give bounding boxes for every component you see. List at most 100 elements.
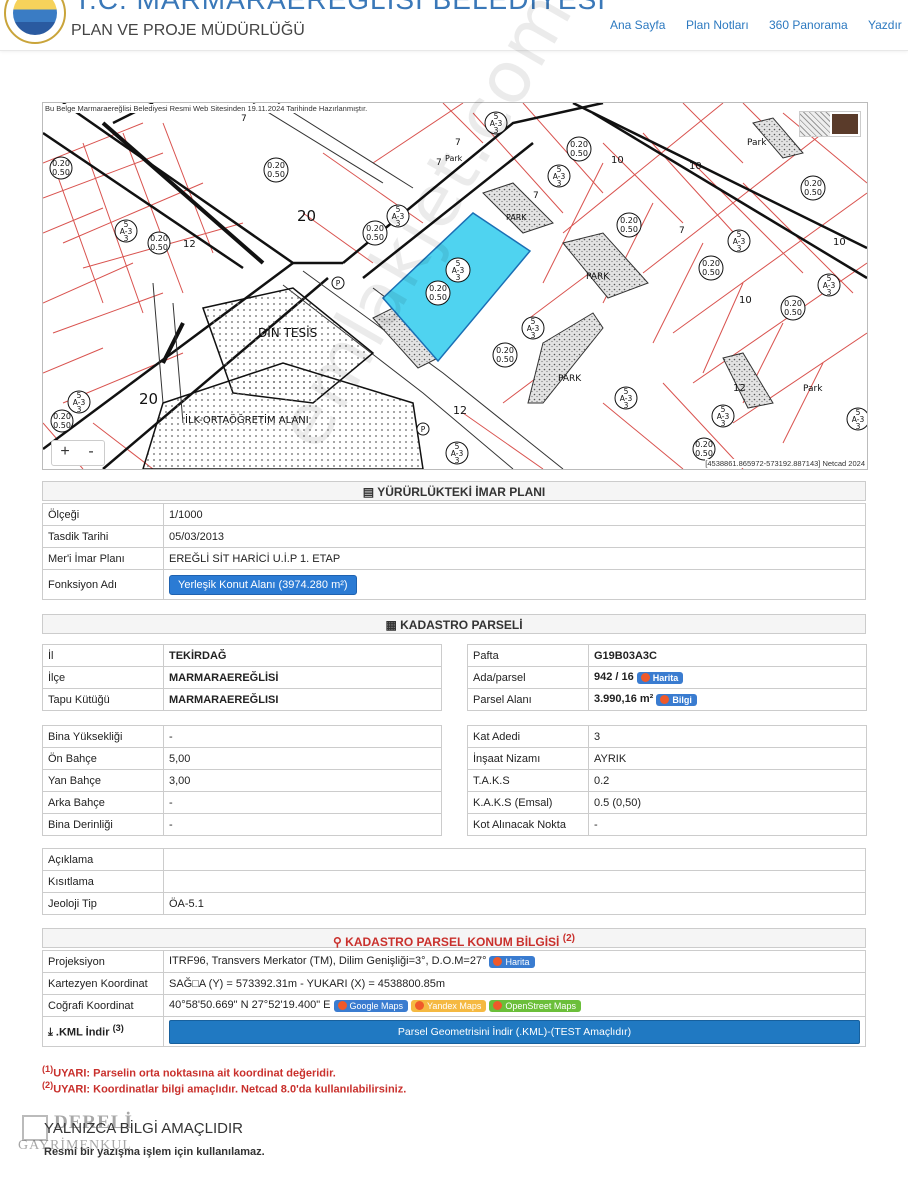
table-row: Pafta G19B03A3C: [467, 644, 867, 667]
svg-text:3: 3: [721, 419, 726, 428]
department-title: PLAN VE PROJE MÜDÜRLÜĞÜ: [71, 22, 305, 39]
grid-icon: ▦: [385, 618, 401, 632]
building-right-table: Kat Adedi 3 İnşaat Nizamı AYRIK T.A.K.S 0.2…: [467, 725, 867, 836]
svg-text:3: 3: [737, 244, 742, 253]
svg-text:3: 3: [624, 401, 629, 410]
bilgi-button[interactable]: Bilgi: [656, 693, 697, 706]
building-left-table: Bina Yüksekliği - Ön Bahçe 5,00 Yan Bahçe 3…: [42, 725, 442, 836]
svg-text:12: 12: [183, 239, 196, 250]
table-row: Ön Bahçe 5,00: [42, 747, 442, 770]
zoom-out-button[interactable]: -: [78, 441, 104, 465]
table-row: Bina Yüksekliği -: [42, 725, 442, 748]
table-row: İl TEKİRDAĞ: [42, 644, 442, 667]
konum-table: Projeksiyon ITRF96, Transvers Merkator (T…: [42, 950, 866, 1047]
svg-text:0.50: 0.50: [784, 308, 802, 317]
svg-text:0.50: 0.50: [570, 149, 588, 158]
zoom-control: + -: [51, 440, 105, 466]
svg-text:0.50: 0.50: [496, 355, 514, 364]
svg-text:0.20: 0.20: [53, 412, 71, 421]
svg-text:0.50: 0.50: [620, 225, 638, 234]
map-pin-icon: [415, 1000, 425, 1010]
imar-section-header: ▤ YÜRÜRLÜKTEKİ İMAR PLANI: [42, 481, 866, 501]
svg-text:10: 10: [689, 161, 702, 172]
svg-text:0.20: 0.20: [695, 440, 713, 449]
svg-text:PARK: PARK: [506, 213, 527, 222]
nav-ana-sayfa[interactable]: Ana Sayfa: [610, 18, 665, 32]
table-row: Yan Bahçe 3,00: [42, 769, 442, 792]
download-icon: ⤓: [48, 1026, 56, 1039]
svg-text:3: 3: [124, 234, 129, 243]
header: T.C. MARMARAEREĞLİSİ BELEDİYESİ PLAN VE …: [0, 0, 908, 51]
svg-text:Park: Park: [803, 384, 823, 394]
table-row: Jeoloji Tip ÖA-5.1: [42, 892, 866, 915]
svg-text:0.20: 0.20: [52, 159, 70, 168]
fonksiyon-button[interactable]: Yerleşik Konut Alanı (3974.280 m²): [169, 574, 357, 595]
notes-table: Açıklama Kısıtlama Jeoloji Tip ÖA-5.1: [42, 848, 866, 915]
harita-button[interactable]: Harita: [636, 671, 684, 684]
svg-text:20: 20: [139, 390, 158, 408]
svg-text:3: 3: [531, 331, 536, 340]
svg-text:PARK: PARK: [558, 374, 582, 384]
kadastro-right-table: Pafta G19B03A3C Ada/parsel 942 / 16 Harita …: [467, 644, 867, 711]
nav-plan-notlari[interactable]: Plan Notları: [686, 18, 749, 32]
table-row: Bina Derinliği -: [42, 813, 442, 836]
svg-text:0.20: 0.20: [784, 299, 802, 308]
svg-text:0.20: 0.20: [702, 259, 720, 268]
map-pin-icon: [337, 1000, 347, 1010]
svg-text:7: 7: [533, 191, 539, 201]
table-row: Ada/parsel 942 / 16 Harita: [467, 666, 867, 689]
svg-text:0.50: 0.50: [267, 170, 285, 179]
map-generated-note: Bu Belge Marmaraereğlisi Belediyesi Resm…: [45, 104, 368, 113]
svg-text:7: 7: [679, 226, 685, 236]
table-row: Tapu Kütüğü MARMARAEREĞLISI: [42, 688, 442, 711]
warning-2: (2)UYARI: Koordinatlar bilgi amaçlıdır. …: [42, 1080, 407, 1096]
svg-text:3: 3: [456, 273, 461, 282]
document-icon: ▤: [362, 485, 378, 499]
svg-text:0.50: 0.50: [702, 268, 720, 277]
zoom-in-button[interactable]: +: [52, 441, 78, 465]
map-marker-icon: ⚲: [333, 935, 346, 949]
svg-text:12: 12: [733, 383, 746, 394]
openstreet-maps-button[interactable]: OpenStreet Maps: [489, 999, 581, 1012]
svg-text:10: 10: [739, 295, 752, 306]
konum-section-header: ⚲ KADASTRO PARSEL KONUM BİLGİSİ (2): [42, 928, 866, 949]
table-row: Kartezyen Koordinat SAĞ□A (Y) = 573392.31…: [42, 972, 866, 995]
table-row: Parsel Alanı 3.990,16 m² Bilgi: [467, 688, 867, 711]
svg-text:12: 12: [453, 404, 467, 417]
table-row: İnşaat Nizamı AYRIK: [467, 747, 867, 770]
layer-toggle-button[interactable]: [799, 111, 861, 137]
table-row: Mer'i İmar Planı EREĞLİ SİT HARİCİ U.İ.P …: [42, 547, 866, 570]
projeksiyon-harita-button[interactable]: Harita: [489, 955, 535, 968]
imar-table: Ölçeği 1/1000 Tasdik Tarihi 05/03/2013 Mer…: [42, 503, 866, 600]
svg-text:3: 3: [856, 422, 861, 431]
table-row: Açıklama: [42, 848, 866, 871]
table-row: T.A.K.S 0.2: [467, 769, 867, 792]
table-row: Kot Alınacak Nokta -: [467, 813, 867, 836]
svg-text:0.20: 0.20: [804, 179, 822, 188]
google-maps-button[interactable]: Google Maps: [333, 999, 409, 1012]
svg-text:0.50: 0.50: [52, 168, 70, 177]
table-row: Arka Bahçe -: [42, 791, 442, 814]
municipality-logo[interactable]: [4, 0, 66, 44]
table-row: İlçe MARMARAEREĞLİSİ: [42, 666, 442, 689]
map-pin-icon: [640, 672, 650, 682]
svg-text:0.50: 0.50: [150, 243, 168, 252]
kadastro-section-header: ▦ KADASTRO PARSELİ: [42, 614, 866, 634]
svg-text:P: P: [421, 425, 426, 434]
svg-text:20: 20: [297, 207, 316, 225]
table-row: Ölçeği 1/1000: [42, 503, 866, 526]
kml-download-button[interactable]: Parsel Geometrisini İndir (.KML)-(TEST A…: [169, 1019, 860, 1044]
svg-text:10: 10: [611, 155, 624, 166]
svg-text:0.50: 0.50: [695, 449, 713, 458]
svg-text:0.20: 0.20: [150, 234, 168, 243]
svg-text:0.20: 0.20: [570, 140, 588, 149]
svg-text:0.20: 0.20: [620, 216, 638, 225]
nav-360-panorama[interactable]: 360 Panorama: [769, 18, 848, 32]
nav-yazdir[interactable]: Yazdır: [868, 18, 902, 32]
table-row: Projeksiyon ITRF96, Transvers Merkator (T…: [42, 950, 866, 973]
yandex-maps-button[interactable]: Yandex Maps: [411, 999, 487, 1012]
svg-text:PARK: PARK: [586, 272, 610, 282]
svg-text:7: 7: [241, 114, 247, 124]
map-pin-icon: [493, 956, 503, 966]
svg-text:0.20: 0.20: [496, 346, 514, 355]
